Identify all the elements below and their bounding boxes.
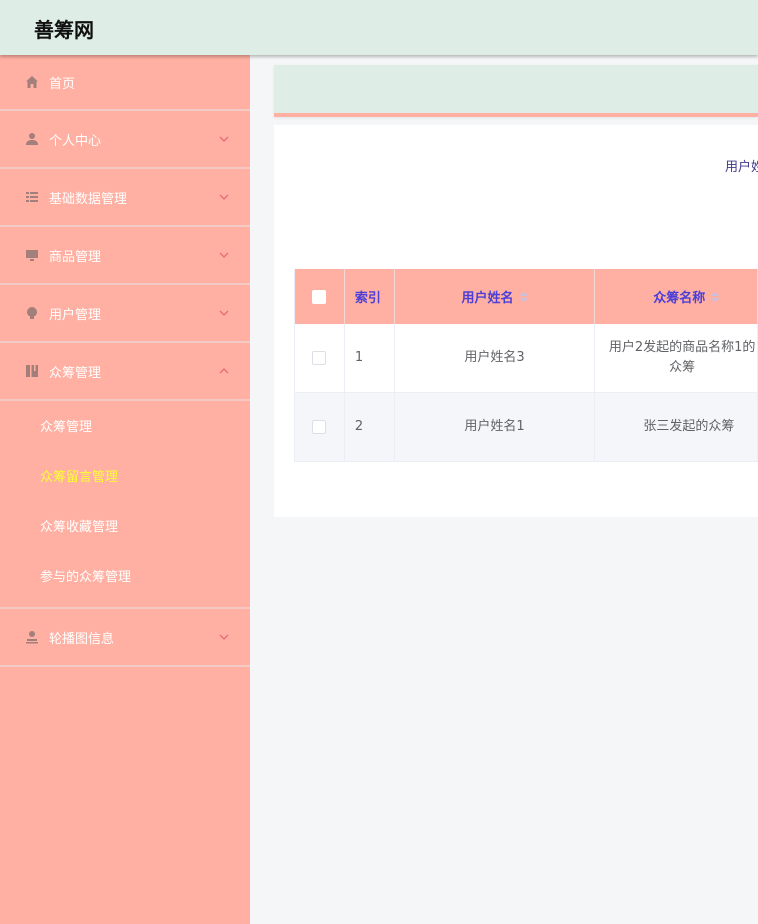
submenu-item-crowdfunding[interactable]: 众筹管理 bbox=[0, 403, 250, 453]
chevron-down-icon bbox=[219, 194, 229, 200]
breadcrumb-bar bbox=[274, 65, 758, 117]
sidebar-item-label: 众筹管理 bbox=[49, 365, 102, 381]
monitor-icon bbox=[24, 247, 40, 263]
sidebar-item-carousel[interactable]: 轮播图信息 bbox=[0, 609, 250, 667]
submenu-item-participated[interactable]: 参与的众筹管理 bbox=[0, 553, 250, 603]
row-checkbox[interactable] bbox=[312, 420, 327, 434]
sidebar-item-users[interactable]: 用户管理 bbox=[0, 285, 250, 343]
header-crowdfunding-label: 众筹名称 bbox=[653, 291, 706, 306]
row-index: 1 bbox=[345, 324, 395, 392]
chevron-up-icon bbox=[219, 368, 229, 374]
table-row[interactable]: 1 用户姓名3 用户2发起的商品名称1的众筹 bbox=[295, 324, 758, 393]
search-label: 用户姓 bbox=[725, 160, 758, 175]
sidebar-item-label: 轮播图信息 bbox=[49, 631, 115, 647]
row-select-cell[interactable] bbox=[295, 324, 345, 392]
sidebar-item-goods[interactable]: 商品管理 bbox=[0, 227, 250, 285]
row-index: 2 bbox=[345, 393, 395, 461]
header-crowdfunding-name[interactable]: 众筹名称 bbox=[595, 269, 758, 324]
chevron-down-icon bbox=[219, 252, 229, 258]
crowdfunding-submenu: 众筹管理 众筹留言管理 众筹收藏管理 参与的众筹管理 bbox=[0, 401, 250, 609]
user-icon bbox=[24, 131, 40, 147]
sort-icon[interactable] bbox=[519, 291, 528, 302]
submenu-item-favorites[interactable]: 众筹收藏管理 bbox=[0, 503, 250, 553]
main-content: 用户姓 索引 用户姓名 众筹名称 1 用户姓名3 用户2发起的商品名称1的众筹 bbox=[250, 55, 758, 924]
site-brand[interactable]: 善筹网 bbox=[34, 14, 94, 43]
table-header: 索引 用户姓名 众筹名称 bbox=[295, 269, 758, 324]
sidebar-item-home[interactable]: 首页 bbox=[0, 55, 250, 111]
row-checkbox[interactable] bbox=[312, 351, 327, 365]
header-index: 索引 bbox=[345, 269, 395, 324]
list-icon bbox=[24, 189, 40, 205]
sort-icon[interactable] bbox=[711, 291, 720, 302]
chevron-down-icon bbox=[219, 136, 229, 142]
select-all-checkbox[interactable] bbox=[312, 289, 327, 304]
row-crowdfunding-name: 张三发起的众筹 bbox=[595, 393, 758, 461]
header-select-all[interactable] bbox=[295, 269, 345, 324]
sidebar-item-label: 用户管理 bbox=[49, 307, 102, 323]
row-select-cell[interactable] bbox=[295, 393, 345, 461]
bulb-icon bbox=[24, 305, 40, 321]
sidebar: 首页 个人中心 基础数据管理 商品管理 用户管理 众筹管理 众筹管理 众筹留言管… bbox=[0, 55, 250, 924]
row-username: 用户姓名1 bbox=[395, 393, 596, 461]
header-username-label: 用户姓名 bbox=[461, 291, 514, 306]
chevron-down-icon bbox=[219, 634, 229, 640]
content-panel: 用户姓 索引 用户姓名 众筹名称 1 用户姓名3 用户2发起的商品名称1的众筹 bbox=[274, 125, 758, 517]
chevron-down-icon bbox=[219, 310, 229, 316]
sidebar-item-crowdfunding[interactable]: 众筹管理 bbox=[0, 343, 250, 401]
row-username: 用户姓名3 bbox=[395, 324, 596, 392]
row-crowdfunding-text: 张三发起的众筹 bbox=[643, 419, 735, 434]
sidebar-item-label: 商品管理 bbox=[49, 249, 102, 265]
sidebar-item-profile[interactable]: 个人中心 bbox=[0, 111, 250, 169]
header-username[interactable]: 用户姓名 bbox=[395, 269, 596, 324]
top-bar: 善筹网 bbox=[0, 0, 758, 55]
row-crowdfunding-text: 用户2发起的商品名称1的众筹 bbox=[608, 340, 756, 375]
person-icon bbox=[24, 629, 40, 645]
book-icon bbox=[24, 363, 40, 379]
sidebar-item-label: 基础数据管理 bbox=[49, 191, 128, 207]
data-table: 索引 用户姓名 众筹名称 1 用户姓名3 用户2发起的商品名称1的众筹 2 用户… bbox=[294, 269, 758, 462]
table-row[interactable]: 2 用户姓名1 张三发起的众筹 bbox=[295, 393, 758, 462]
submenu-item-comments[interactable]: 众筹留言管理 bbox=[0, 453, 250, 503]
home-icon bbox=[24, 74, 40, 90]
sidebar-item-label: 个人中心 bbox=[49, 133, 102, 149]
sidebar-item-base-data[interactable]: 基础数据管理 bbox=[0, 169, 250, 227]
row-crowdfunding-name: 用户2发起的商品名称1的众筹 bbox=[595, 324, 758, 392]
sidebar-item-label: 首页 bbox=[49, 76, 76, 92]
